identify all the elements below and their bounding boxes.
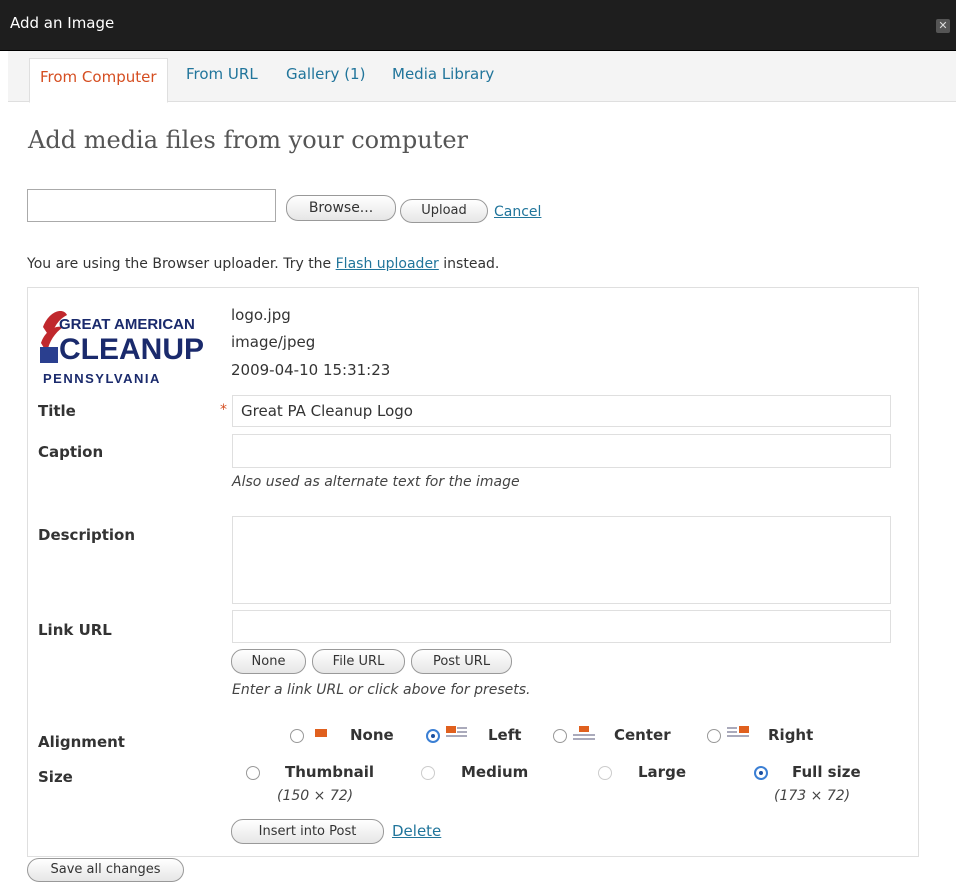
link-url-label: Link URL xyxy=(38,621,112,639)
logo-line-3: PENNSYLVANIA xyxy=(43,371,161,386)
title-input[interactable]: Great PA Cleanup Logo xyxy=(232,395,891,427)
size-large-radio[interactable] xyxy=(598,766,612,780)
tab-from-url[interactable]: From URL xyxy=(186,65,258,83)
size-thumbnail-radio[interactable] xyxy=(246,766,260,780)
file-mime-type: image/jpeg xyxy=(231,333,316,351)
upload-button[interactable]: Upload xyxy=(400,199,488,223)
description-textarea[interactable] xyxy=(232,516,891,604)
align-right-radio[interactable] xyxy=(707,729,721,743)
insert-into-post-button[interactable]: Insert into Post xyxy=(231,819,384,844)
align-left-radio[interactable] xyxy=(426,729,440,743)
tab-media-library[interactable]: Media Library xyxy=(392,65,494,83)
align-right-label: Right xyxy=(768,726,814,744)
caption-label: Caption xyxy=(38,443,104,461)
delete-link[interactable]: Delete xyxy=(392,822,441,840)
align-none-radio[interactable] xyxy=(290,729,304,743)
file-upload-date: 2009-04-10 15:31:23 xyxy=(231,361,391,379)
logo-line-1: GREAT AMERICAN xyxy=(59,316,195,333)
uploader-note-suffix: instead. xyxy=(443,256,500,272)
size-thumbnail-label: Thumbnail xyxy=(285,763,375,781)
link-post-url-button[interactable]: Post URL xyxy=(411,649,512,674)
tab-bar: From Computer From URL Gallery (1) Media… xyxy=(8,51,956,103)
size-full-label: Full size xyxy=(792,763,861,781)
link-none-button[interactable]: None xyxy=(231,649,306,674)
align-left-icon xyxy=(446,726,467,737)
align-right-icon xyxy=(727,726,749,737)
flash-uploader-link[interactable]: Flash uploader xyxy=(336,256,439,272)
alignment-label: Alignment xyxy=(38,733,125,751)
media-item-panel: GREAT AMERICAN CLEANUP PENNSYLVANIA logo… xyxy=(27,287,919,857)
link-file-url-button[interactable]: File URL xyxy=(312,649,405,674)
browse-button[interactable]: Browse... xyxy=(286,195,396,221)
size-full-dims: (173 × 72) xyxy=(774,788,851,804)
size-label: Size xyxy=(38,768,73,786)
size-thumbnail-dims: (150 × 72) xyxy=(277,788,354,804)
size-medium-label: Medium xyxy=(461,763,529,781)
dialog-title: Add an Image xyxy=(10,14,115,32)
description-label: Description xyxy=(38,526,136,544)
caption-help-text: Also used as alternate text for the imag… xyxy=(232,474,520,490)
align-center-label: Center xyxy=(614,726,671,744)
tab-gallery[interactable]: Gallery (1) xyxy=(286,65,365,83)
size-large-label: Large xyxy=(638,763,686,781)
align-center-icon xyxy=(573,726,595,740)
save-all-changes-button[interactable]: Save all changes xyxy=(27,858,184,882)
close-icon[interactable]: ✕ xyxy=(936,19,950,33)
caption-input[interactable] xyxy=(232,434,891,468)
tab-from-computer[interactable]: From Computer xyxy=(29,58,168,103)
align-none-icon xyxy=(315,729,327,737)
logo-line-2: CLEANUP xyxy=(59,333,204,366)
link-help-text: Enter a link URL or click above for pres… xyxy=(232,682,531,698)
title-label: Title xyxy=(38,402,76,420)
page-title: Add media files from your computer xyxy=(28,126,469,154)
align-center-radio[interactable] xyxy=(553,729,567,743)
dialog-titlebar: Add an Image ✕ xyxy=(0,0,956,51)
size-full-radio[interactable] xyxy=(754,766,768,780)
size-medium-radio[interactable] xyxy=(421,766,435,780)
file-path-input[interactable] xyxy=(27,189,276,222)
uploader-note-prefix: You are using the Browser uploader. Try … xyxy=(27,256,332,272)
required-mark: * xyxy=(220,402,227,418)
uploader-note: You are using the Browser uploader. Try … xyxy=(27,256,499,272)
align-left-label: Left xyxy=(488,726,522,744)
align-none-label: None xyxy=(350,726,394,744)
image-thumbnail: GREAT AMERICAN CLEANUP PENNSYLVANIA xyxy=(37,299,223,387)
file-name: logo.jpg xyxy=(231,306,291,324)
link-url-input[interactable] xyxy=(232,610,891,643)
cancel-link[interactable]: Cancel xyxy=(494,204,541,220)
